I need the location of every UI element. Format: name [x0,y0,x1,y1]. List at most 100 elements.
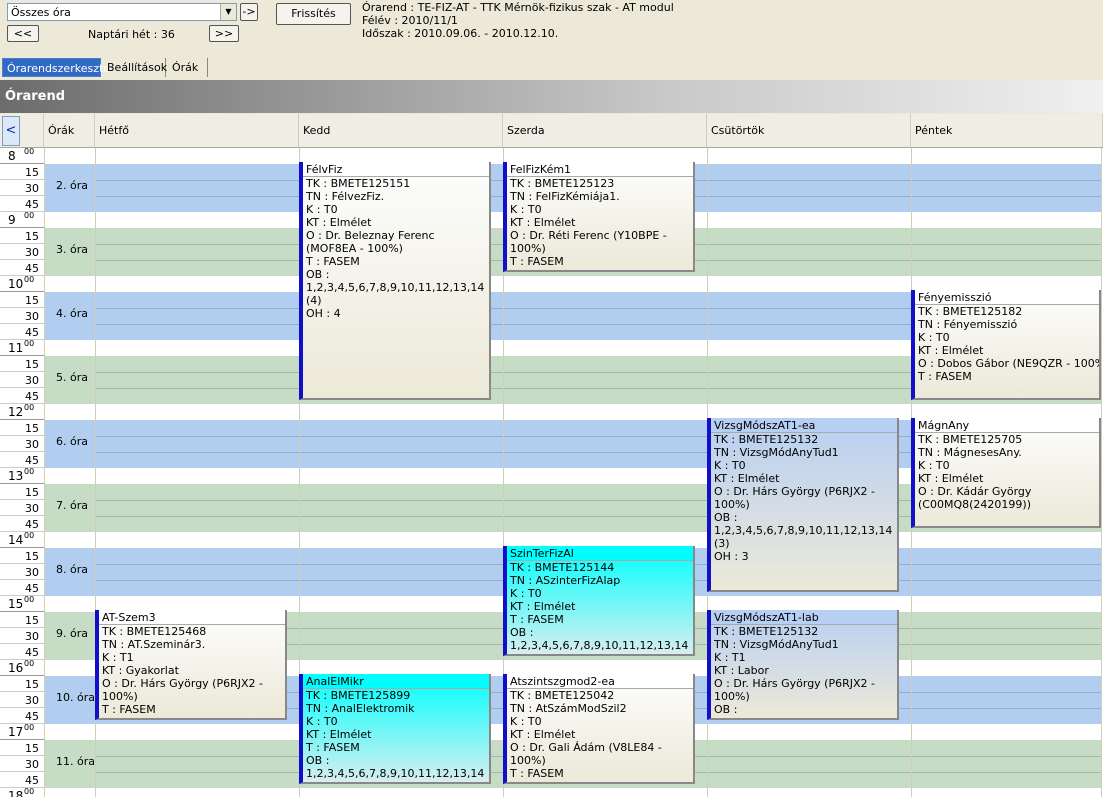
event-detail: TK : BMETE125468 [102,625,207,638]
timetable-grid[interactable]: 8 00 15 30 45 9 00 15 30 45 10 00 15 30 45 11 00 15 30 45 12… [0,114,1103,797]
event-detail: TN : VizsgMódAnyTud1 [714,638,839,651]
quarter-label: 15 [25,486,39,499]
prev-week-button[interactable]: << [7,25,39,42]
event-title: Fényemisszió [915,290,1099,305]
quarter-label: 15 [25,550,39,563]
event-detail: TK : BMETE125132 [714,625,819,638]
hour-minutes: 00 [24,339,35,348]
time-quarter: 30 [0,244,44,260]
event-detail: T : FASEM [306,255,360,268]
period-label: Időszak : 2010.09.06. - 2010.12.10. [362,27,559,40]
event-title: SzinTerFizAl [507,546,693,561]
event-card[interactable]: FelFizKém1 TK : BMETE125123 TN : FelFizKém… [503,162,695,272]
event-detail: TK : BMETE125182 [918,305,1023,318]
time-hour: 11 00 [0,339,44,356]
hour-label: 14 [8,533,24,547]
hour-label: 10 [8,277,24,291]
event-detail: O : Dr. Gali Ádám (V8LE84 - 100%) [510,741,662,767]
time-hour: 17 00 [0,723,44,740]
event-card[interactable]: VizsgMódszAT1-lab TK : BMETE125132 TN : Vi… [707,610,899,720]
hour-minutes: 00 [24,211,35,220]
quarter-label: 30 [25,694,39,707]
time-hour: 9 00 [0,211,44,228]
quarter-label: 45 [25,198,39,211]
event-detail: O : Dr. Réti Ferenc (Y10BPE - 100%) [510,229,667,255]
event-detail: KT : Elmélet [306,216,372,229]
event-detail: TK : BMETE125123 [510,177,615,190]
filter-value: Összes óra [11,6,71,19]
toolbar: Összes óra ▼ -> Frissítés << Naptári hét… [0,0,1103,58]
time-quarter: 30 [0,436,44,452]
tab-orak[interactable]: Órák [168,58,208,77]
lesson-label: 7. óra [56,499,88,512]
quarter-label: 45 [25,518,39,531]
event-detail: TN : VizsgMódAnyTud1 [714,446,839,459]
event-title: FelFizKém1 [507,162,693,177]
event-card[interactable]: Atszintszgmod2-ea TK : BMETE125042 TN : At… [503,674,695,784]
event-detail: K : T0 [306,715,338,728]
lesson-label: 6. óra [56,435,88,448]
time-quarter: 30 [0,628,44,644]
time-quarter: 30 [0,692,44,708]
event-card[interactable]: AnalElMikr TK : BMETE125899 TN : AnalElekt… [299,674,491,784]
event-card[interactable]: FélvFiz TK : BMETE125151 TN : FélvezFiz. K … [299,162,491,400]
col-header-monday: Hétfő [95,114,299,148]
event-detail: TN : FélvezFiz. [306,190,385,203]
event-detail: KT : Elmélet [918,472,984,485]
event-detail: OH : 4 [306,307,341,320]
quarter-label: 30 [25,246,39,259]
event-detail: T : FASEM [510,767,564,780]
event-detail: TN : AtSzámModSzil2 [510,702,627,715]
time-hour: 18 00 [0,787,44,797]
refresh-button[interactable]: Frissítés [276,3,351,25]
event-detail: TK : BMETE125151 [306,177,411,190]
col-header-thursday: Csütörtök [707,114,911,148]
hour-minutes: 00 [24,531,35,540]
hour-minutes: 00 [24,787,35,796]
event-detail: KT : Elmélet [510,600,576,613]
hour-label: 9 [8,213,16,227]
chevron-left-icon[interactable]: < [2,116,20,146]
event-detail: TN : ASzinterFizAlap [510,574,621,587]
time-quarter: 15 [0,612,44,628]
column-divider [44,114,45,797]
event-card[interactable]: MágnAny TK : BMETE125705 TN : MágnesesAny.… [911,418,1101,528]
quarter-label: 45 [25,326,39,339]
filter-select[interactable]: Összes óra ▼ [7,3,237,21]
event-detail: O : Dr. Kádár György (C00MQ8(2420199)) [918,485,1032,511]
event-card[interactable]: SzinTerFizAl TK : BMETE125144 TN : ASzinte… [503,546,695,656]
event-card[interactable]: Fényemisszió TK : BMETE125182 TN : Fényemi… [911,290,1101,400]
event-detail: TK : BMETE125899 [306,689,411,702]
lesson-label: 4. óra [56,307,88,320]
col-header-tuesday: Kedd [299,114,503,148]
time-hour: 16 00 [0,659,44,676]
quarter-label: 15 [25,742,39,755]
time-quarter: 15 [0,356,44,372]
event-detail: TN : FelFizKémiája1. [510,190,620,203]
time-quarter: 45 [0,772,44,788]
event-detail: K : T1 [714,651,746,664]
hour-minutes: 00 [24,595,35,604]
time-hour: 8 00 [0,147,44,164]
tab-beallitasok[interactable]: Beállítások [103,58,167,77]
hour-label: 16 [8,661,24,675]
event-detail: T : FASEM [102,703,156,716]
time-quarter: 45 [0,324,44,340]
event-card[interactable]: AT-Szem3 TK : BMETE125468 TN : AT.Szeminár… [95,610,287,720]
tab-orarendszerkeszto[interactable]: Órarendszerkeszto [2,58,110,77]
section-header: Órarend [0,80,1103,113]
quarter-label: 15 [25,230,39,243]
event-title: AnalElMikr [303,674,489,689]
event-detail: KT : Gyakorlat [102,664,179,677]
time-quarter: 15 [0,164,44,180]
event-detail: T : FASEM [306,741,360,754]
chevron-down-icon[interactable]: ▼ [220,4,236,20]
quarter-label: 30 [25,182,39,195]
event-detail: O : Dr. Hárs György (P6RJX2 - 100%) [714,677,875,703]
quarter-label: 30 [25,758,39,771]
next-week-button[interactable]: >> [209,25,239,42]
time-quarter: 45 [0,196,44,212]
go-button[interactable]: -> [240,3,258,21]
event-card[interactable]: VizsgMódszAT1-ea TK : BMETE125132 TN : Viz… [707,418,899,592]
event-detail: K : T0 [306,203,338,216]
